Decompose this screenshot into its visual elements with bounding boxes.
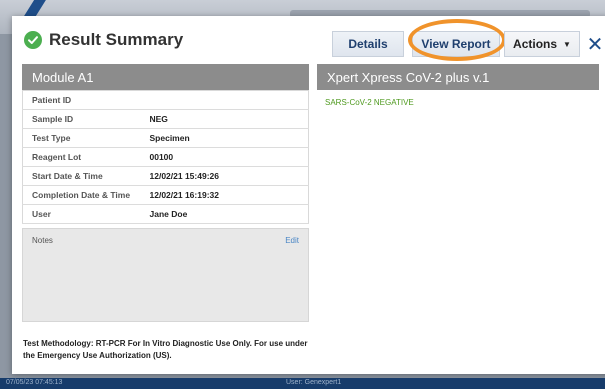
close-button[interactable]: ✕: [584, 32, 605, 56]
notes-edit-link[interactable]: Edit: [285, 236, 299, 245]
row-value: 00100: [149, 147, 309, 167]
row-label: User: [22, 204, 150, 224]
table-row: Sample ID NEG: [22, 109, 309, 129]
table-row: User Jane Doe: [22, 204, 309, 224]
highlight-annotation-ring: [408, 19, 506, 61]
table-row: Start Date & Time 12/02/21 15:49:26: [22, 166, 309, 186]
module-panel: Module A1 Patient ID Sample ID NEG Test Typ…: [22, 64, 309, 362]
notes-label: Notes: [32, 236, 53, 245]
row-label: Completion Date & Time: [22, 185, 150, 205]
row-label: Patient ID: [22, 90, 150, 110]
details-button[interactable]: Details: [332, 31, 404, 57]
result-summary-dialog: Result Summary Details View Report Actio…: [12, 16, 605, 374]
module-info-table: Patient ID Sample ID NEG Test Type Specimen R…: [22, 90, 309, 224]
row-value: 12/02/21 15:49:26: [149, 166, 309, 186]
test-methodology-text: Test Methodology: RT-PCR For In Vitro Di…: [23, 339, 308, 360]
status-bar: 07/05/23 07:45:13 User: Genexpert1: [0, 378, 605, 389]
table-row: Reagent Lot 00100: [22, 147, 309, 167]
table-row: Completion Date & Time 12/02/21 16:19:32: [22, 185, 309, 205]
row-value: 12/02/21 16:19:32: [149, 185, 309, 205]
assay-header: Xpert Xpress CoV-2 plus v.1: [317, 64, 599, 90]
table-row: Patient ID: [22, 90, 309, 110]
assay-panel: Xpert Xpress CoV-2 plus v.1 SARS-CoV-2 N…: [317, 64, 599, 107]
assay-result-text: SARS-CoV-2 NEGATIVE: [325, 98, 414, 107]
module-header: Module A1: [22, 64, 309, 90]
close-icon: ✕: [586, 33, 604, 56]
row-value: Jane Doe: [149, 204, 309, 224]
actions-dropdown-button[interactable]: Actions ▼: [504, 31, 580, 57]
row-value: NEG: [149, 109, 309, 129]
dialog-header: Result Summary Details View Report Actio…: [12, 16, 605, 61]
actions-button-label: Actions: [513, 37, 558, 51]
caret-down-icon: ▼: [563, 39, 571, 49]
row-label: Reagent Lot: [22, 147, 150, 167]
dialog-title: Result Summary: [49, 30, 184, 49]
details-button-label: Details: [348, 37, 388, 51]
notes-box: Notes Edit: [22, 228, 309, 322]
row-value: Specimen: [149, 128, 309, 148]
row-label: Sample ID: [22, 109, 150, 129]
check-circle-icon: [24, 31, 42, 49]
row-label: Test Type: [22, 128, 150, 148]
row-label: Start Date & Time: [22, 166, 150, 186]
row-value: [149, 90, 309, 110]
table-row: Test Type Specimen: [22, 128, 309, 148]
status-timestamp: 07/05/23 07:45:13: [6, 379, 63, 386]
status-user: User: Genexpert1: [286, 379, 342, 386]
